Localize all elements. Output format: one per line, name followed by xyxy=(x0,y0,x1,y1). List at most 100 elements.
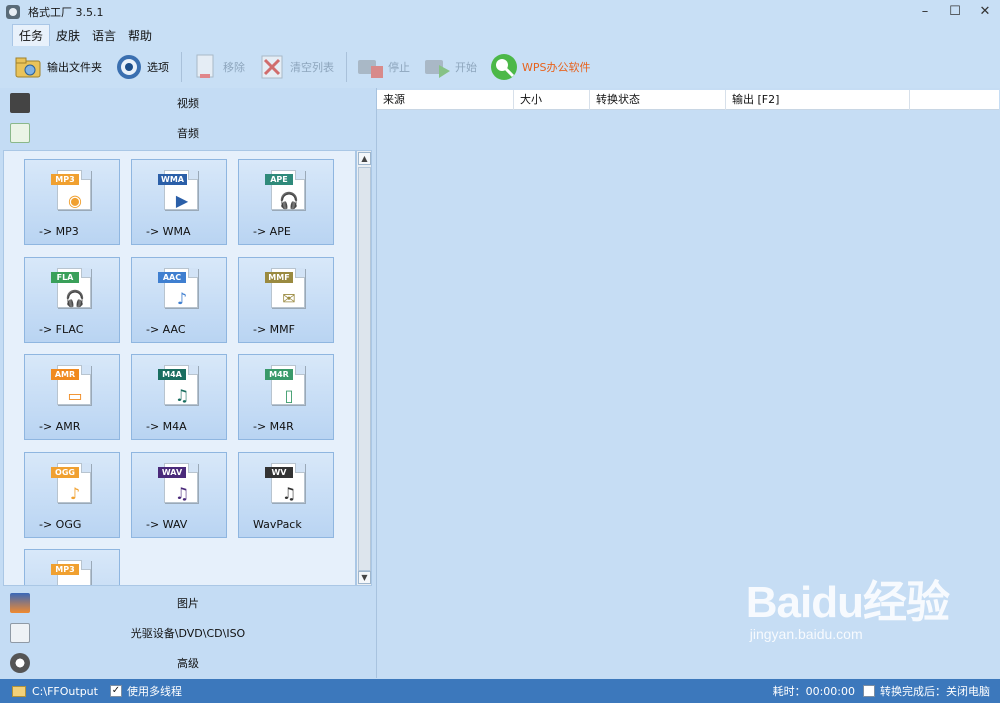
clear-list-icon xyxy=(257,52,287,82)
wps-label: WPS办公软件 xyxy=(522,61,591,74)
scroll-up-icon[interactable]: ▲ xyxy=(358,152,371,165)
format-tile[interactable]: MP3 xyxy=(24,549,120,585)
after-done-label: 转换完成后：关闭电脑 xyxy=(880,685,990,698)
format-label: WavPack xyxy=(253,518,302,531)
format-label: -> OGG xyxy=(39,518,82,531)
category-picture[interactable]: 图片 xyxy=(0,588,376,618)
menu-task[interactable]: 任务 xyxy=(12,23,51,47)
format-badge: WMA xyxy=(158,174,187,185)
format-label: -> FLAC xyxy=(39,323,84,336)
task-list-header: 来源 大小 转换状态 输出 [F2] xyxy=(377,90,999,110)
format-badge: M4A xyxy=(158,369,186,380)
format-glyph-icon: ▶ xyxy=(175,191,189,210)
elapsed-time: 耗时：00:00:00 xyxy=(772,685,855,698)
clear-list-button[interactable]: 清空列表 xyxy=(257,52,334,82)
minimize-button[interactable]: – xyxy=(910,0,940,22)
stop-label: 停止 xyxy=(388,61,410,74)
folder-icon[interactable] xyxy=(12,685,26,697)
format-tile[interactable]: FLA 🎧 -> FLAC xyxy=(24,257,120,343)
stop-icon xyxy=(355,52,385,82)
format-glyph-icon: ♫ xyxy=(174,386,190,405)
wps-button[interactable]: WPS办公软件 xyxy=(489,52,591,82)
format-badge: OGG xyxy=(51,467,79,478)
format-scrollbar[interactable]: ▲ ▼ xyxy=(356,150,372,586)
maximize-button[interactable]: ☐ xyxy=(940,0,970,22)
format-tile[interactable]: AAC ♪ -> AAC xyxy=(131,257,227,343)
format-tile[interactable]: MP3 ◉ -> MP3 xyxy=(24,159,120,245)
menu-skin[interactable]: 皮肤 xyxy=(50,25,86,46)
format-glyph-icon xyxy=(63,580,87,585)
format-label: -> WMA xyxy=(146,225,191,238)
category-advanced[interactable]: 高级 xyxy=(0,648,376,678)
watermark-brand: Baidu经验 xyxy=(745,578,950,627)
category-audio[interactable]: 音频 xyxy=(0,118,376,148)
output-path[interactable]: C:\FFOutput xyxy=(32,685,98,698)
format-badge: AMR xyxy=(51,369,79,380)
category-rom-label: 光驱设备\DVD\CD\ISO xyxy=(130,627,246,640)
start-label: 开始 xyxy=(455,61,477,74)
column-output[interactable]: 输出 [F2] xyxy=(726,90,910,110)
column-status[interactable]: 转换状态 xyxy=(590,90,726,110)
task-list-body[interactable]: Baidu经验 jingyan.baidu.com xyxy=(377,111,999,678)
menu-language[interactable]: 语言 xyxy=(86,25,122,46)
start-button[interactable]: 开始 xyxy=(422,52,477,82)
format-badge: AAC xyxy=(158,272,186,283)
film-reel-icon xyxy=(10,653,30,673)
menu-help[interactable]: 帮助 xyxy=(122,25,158,46)
format-tile[interactable]: MMF ✉ -> MMF xyxy=(238,257,334,343)
format-label: -> MMF xyxy=(253,323,295,336)
format-glyph-icon: ✉ xyxy=(282,289,296,308)
close-button[interactable]: ✕ xyxy=(970,0,1000,22)
format-label: -> WAV xyxy=(146,518,188,531)
toolbar: 输出文件夹 选项 移除 清空列表 停止 开始 WPS办公软件 xyxy=(0,46,1000,88)
format-label: -> MP3 xyxy=(39,225,79,238)
column-filler xyxy=(910,90,999,110)
options-button[interactable]: 选项 xyxy=(114,52,169,82)
format-glyph-icon: 🎧 xyxy=(65,289,85,308)
format-glyph-icon: ♫ xyxy=(281,484,297,503)
format-tile[interactable]: WAV ♫ -> WAV xyxy=(131,452,227,538)
options-label: 选项 xyxy=(147,61,169,74)
format-tile[interactable]: APE 🎧 -> APE xyxy=(238,159,334,245)
multithread-label: 使用多线程 xyxy=(126,685,182,698)
format-tile[interactable]: M4A ♫ -> M4A xyxy=(131,354,227,440)
remove-button[interactable]: 移除 xyxy=(190,52,245,82)
watermark: Baidu经验 jingyan.baidu.com xyxy=(745,566,950,642)
app-icon xyxy=(6,5,20,19)
clear-list-label: 清空列表 xyxy=(290,61,334,74)
category-video[interactable]: 视频 xyxy=(0,88,376,118)
task-list-panel: 来源 大小 转换状态 输出 [F2] Baidu经验 jingyan.baidu… xyxy=(376,88,1000,678)
format-glyph-icon: ♫ xyxy=(174,484,190,503)
menu-bar: 任务 皮肤 语言 帮助 xyxy=(0,23,1000,47)
stop-button[interactable]: 停止 xyxy=(355,52,410,82)
format-label: -> AAC xyxy=(146,323,186,336)
category-panel: 视频 音频 MP3 ◉ -> MP3 WMA ▶ -> WMA APE 🎧 -> APE FLA 🎧… xyxy=(0,88,376,678)
format-badge: MP3 xyxy=(51,564,79,575)
status-bar: C:\FFOutput ✓ 使用多线程 耗时：00:00:00 转换完成后：关闭… xyxy=(0,679,1000,703)
format-tile[interactable]: WV ♫ WavPack xyxy=(238,452,334,538)
format-glyph-icon: 🎧 xyxy=(279,191,299,210)
format-tile[interactable]: M4R ▯ -> M4R xyxy=(238,354,334,440)
audio-format-grid: MP3 ◉ -> MP3 WMA ▶ -> WMA APE 🎧 -> APE FLA 🎧 -> FLA… xyxy=(3,150,356,586)
format-tile[interactable]: AMR ▭ -> AMR xyxy=(24,354,120,440)
remove-label: 移除 xyxy=(223,61,245,74)
scroll-down-icon[interactable]: ▼ xyxy=(358,571,371,584)
gear-icon xyxy=(114,52,144,82)
format-badge: WV xyxy=(265,467,293,478)
format-badge: MP3 xyxy=(51,174,79,185)
category-advanced-label: 高级 xyxy=(177,657,199,670)
format-label: -> AMR xyxy=(39,420,81,433)
column-source[interactable]: 来源 xyxy=(377,90,514,110)
wps-icon xyxy=(489,52,519,82)
column-size[interactable]: 大小 xyxy=(514,90,590,110)
format-tile[interactable]: OGG ♪ -> OGG xyxy=(24,452,120,538)
format-tile[interactable]: WMA ▶ -> WMA xyxy=(131,159,227,245)
remove-icon xyxy=(190,52,220,82)
output-folder-button[interactable]: 输出文件夹 xyxy=(14,52,102,82)
category-video-label: 视频 xyxy=(177,97,199,110)
format-glyph-icon: ◉ xyxy=(68,191,82,210)
multithread-checkbox[interactable]: ✓ xyxy=(109,685,122,697)
after-done-checkbox[interactable] xyxy=(863,685,875,697)
scroll-thumb[interactable] xyxy=(358,167,371,571)
category-rom[interactable]: 光驱设备\DVD\CD\ISO xyxy=(0,618,376,648)
